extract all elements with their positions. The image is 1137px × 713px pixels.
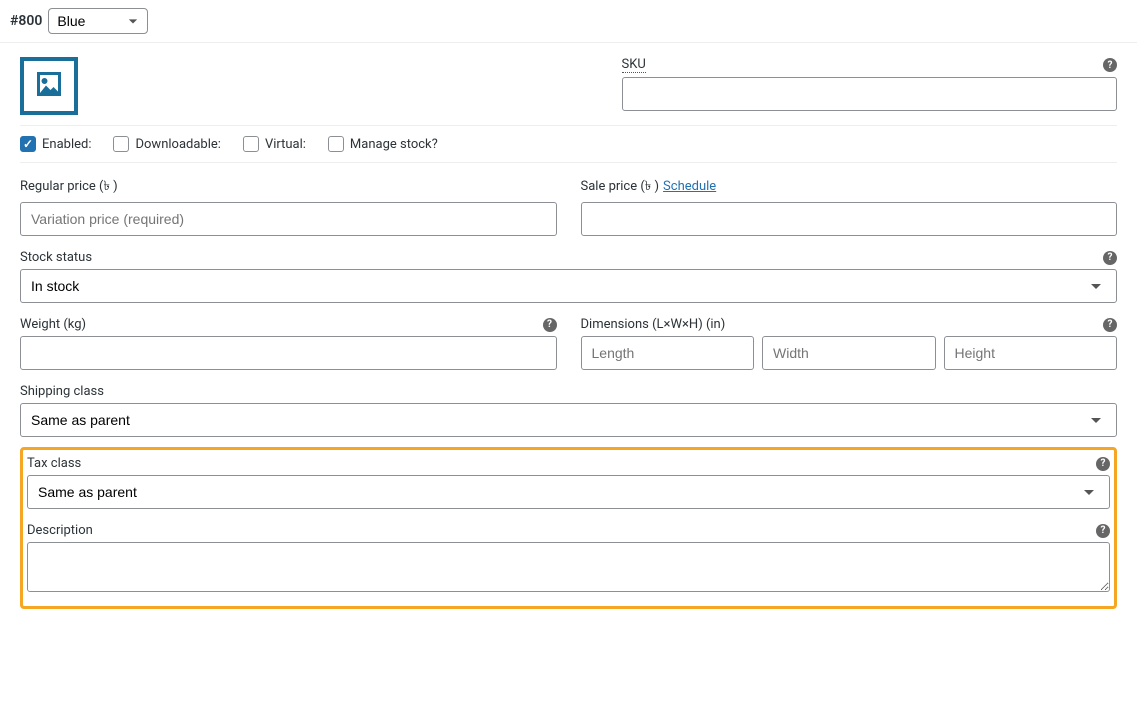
variation-image-upload[interactable] (20, 57, 78, 115)
dimensions-label: Dimensions (L×W×H) (in) (581, 317, 726, 332)
downloadable-checkbox[interactable] (113, 136, 129, 152)
description-textarea[interactable] (27, 542, 1110, 592)
variation-id: #800 (10, 13, 42, 29)
highlighted-section: Tax class ? Same as parent Description ? (20, 447, 1117, 609)
sale-price-label: Sale price (৳ ) (581, 177, 660, 198)
weight-input[interactable] (20, 336, 557, 370)
stock-status-select[interactable]: In stock (20, 269, 1117, 303)
virtual-label: Virtual: (265, 137, 306, 152)
tax-class-select[interactable]: Same as parent (27, 475, 1110, 509)
sale-price-input[interactable] (581, 202, 1118, 236)
regular-price-label: Regular price (৳ ) (20, 177, 118, 198)
help-icon[interactable]: ? (543, 318, 557, 332)
downloadable-label: Downloadable: (135, 137, 220, 152)
help-icon[interactable]: ? (1103, 318, 1117, 332)
virtual-checkbox[interactable] (243, 136, 259, 152)
shipping-class-label: Shipping class (20, 384, 104, 399)
help-icon[interactable]: ? (1096, 524, 1110, 538)
sku-label: SKU (622, 57, 646, 73)
image-placeholder-icon (31, 66, 67, 106)
options-row: Enabled: Downloadable: Virtual: Manage s… (20, 126, 1117, 163)
regular-price-input[interactable] (20, 202, 557, 236)
schedule-link[interactable]: Schedule (663, 179, 716, 194)
height-input[interactable] (944, 336, 1118, 370)
width-input[interactable] (762, 336, 936, 370)
manage-stock-checkbox[interactable] (328, 136, 344, 152)
shipping-class-select[interactable]: Same as parent (20, 403, 1117, 437)
help-icon[interactable]: ? (1096, 457, 1110, 471)
manage-stock-label: Manage stock? (350, 137, 438, 152)
help-icon[interactable]: ? (1103, 58, 1117, 72)
length-input[interactable] (581, 336, 755, 370)
sku-input[interactable] (622, 77, 1118, 111)
variation-header: #800 Blue (0, 0, 1137, 43)
stock-status-label: Stock status (20, 250, 92, 265)
weight-label: Weight (kg) (20, 317, 86, 332)
enabled-label: Enabled: (42, 137, 91, 152)
attribute-select[interactable]: Blue (48, 8, 148, 34)
variation-body: SKU ? Enabled: Downloadable: Virtual: Ma… (0, 43, 1137, 629)
help-icon[interactable]: ? (1103, 251, 1117, 265)
description-label: Description (27, 523, 93, 538)
tax-class-label: Tax class (27, 456, 81, 471)
enabled-checkbox[interactable] (20, 136, 36, 152)
